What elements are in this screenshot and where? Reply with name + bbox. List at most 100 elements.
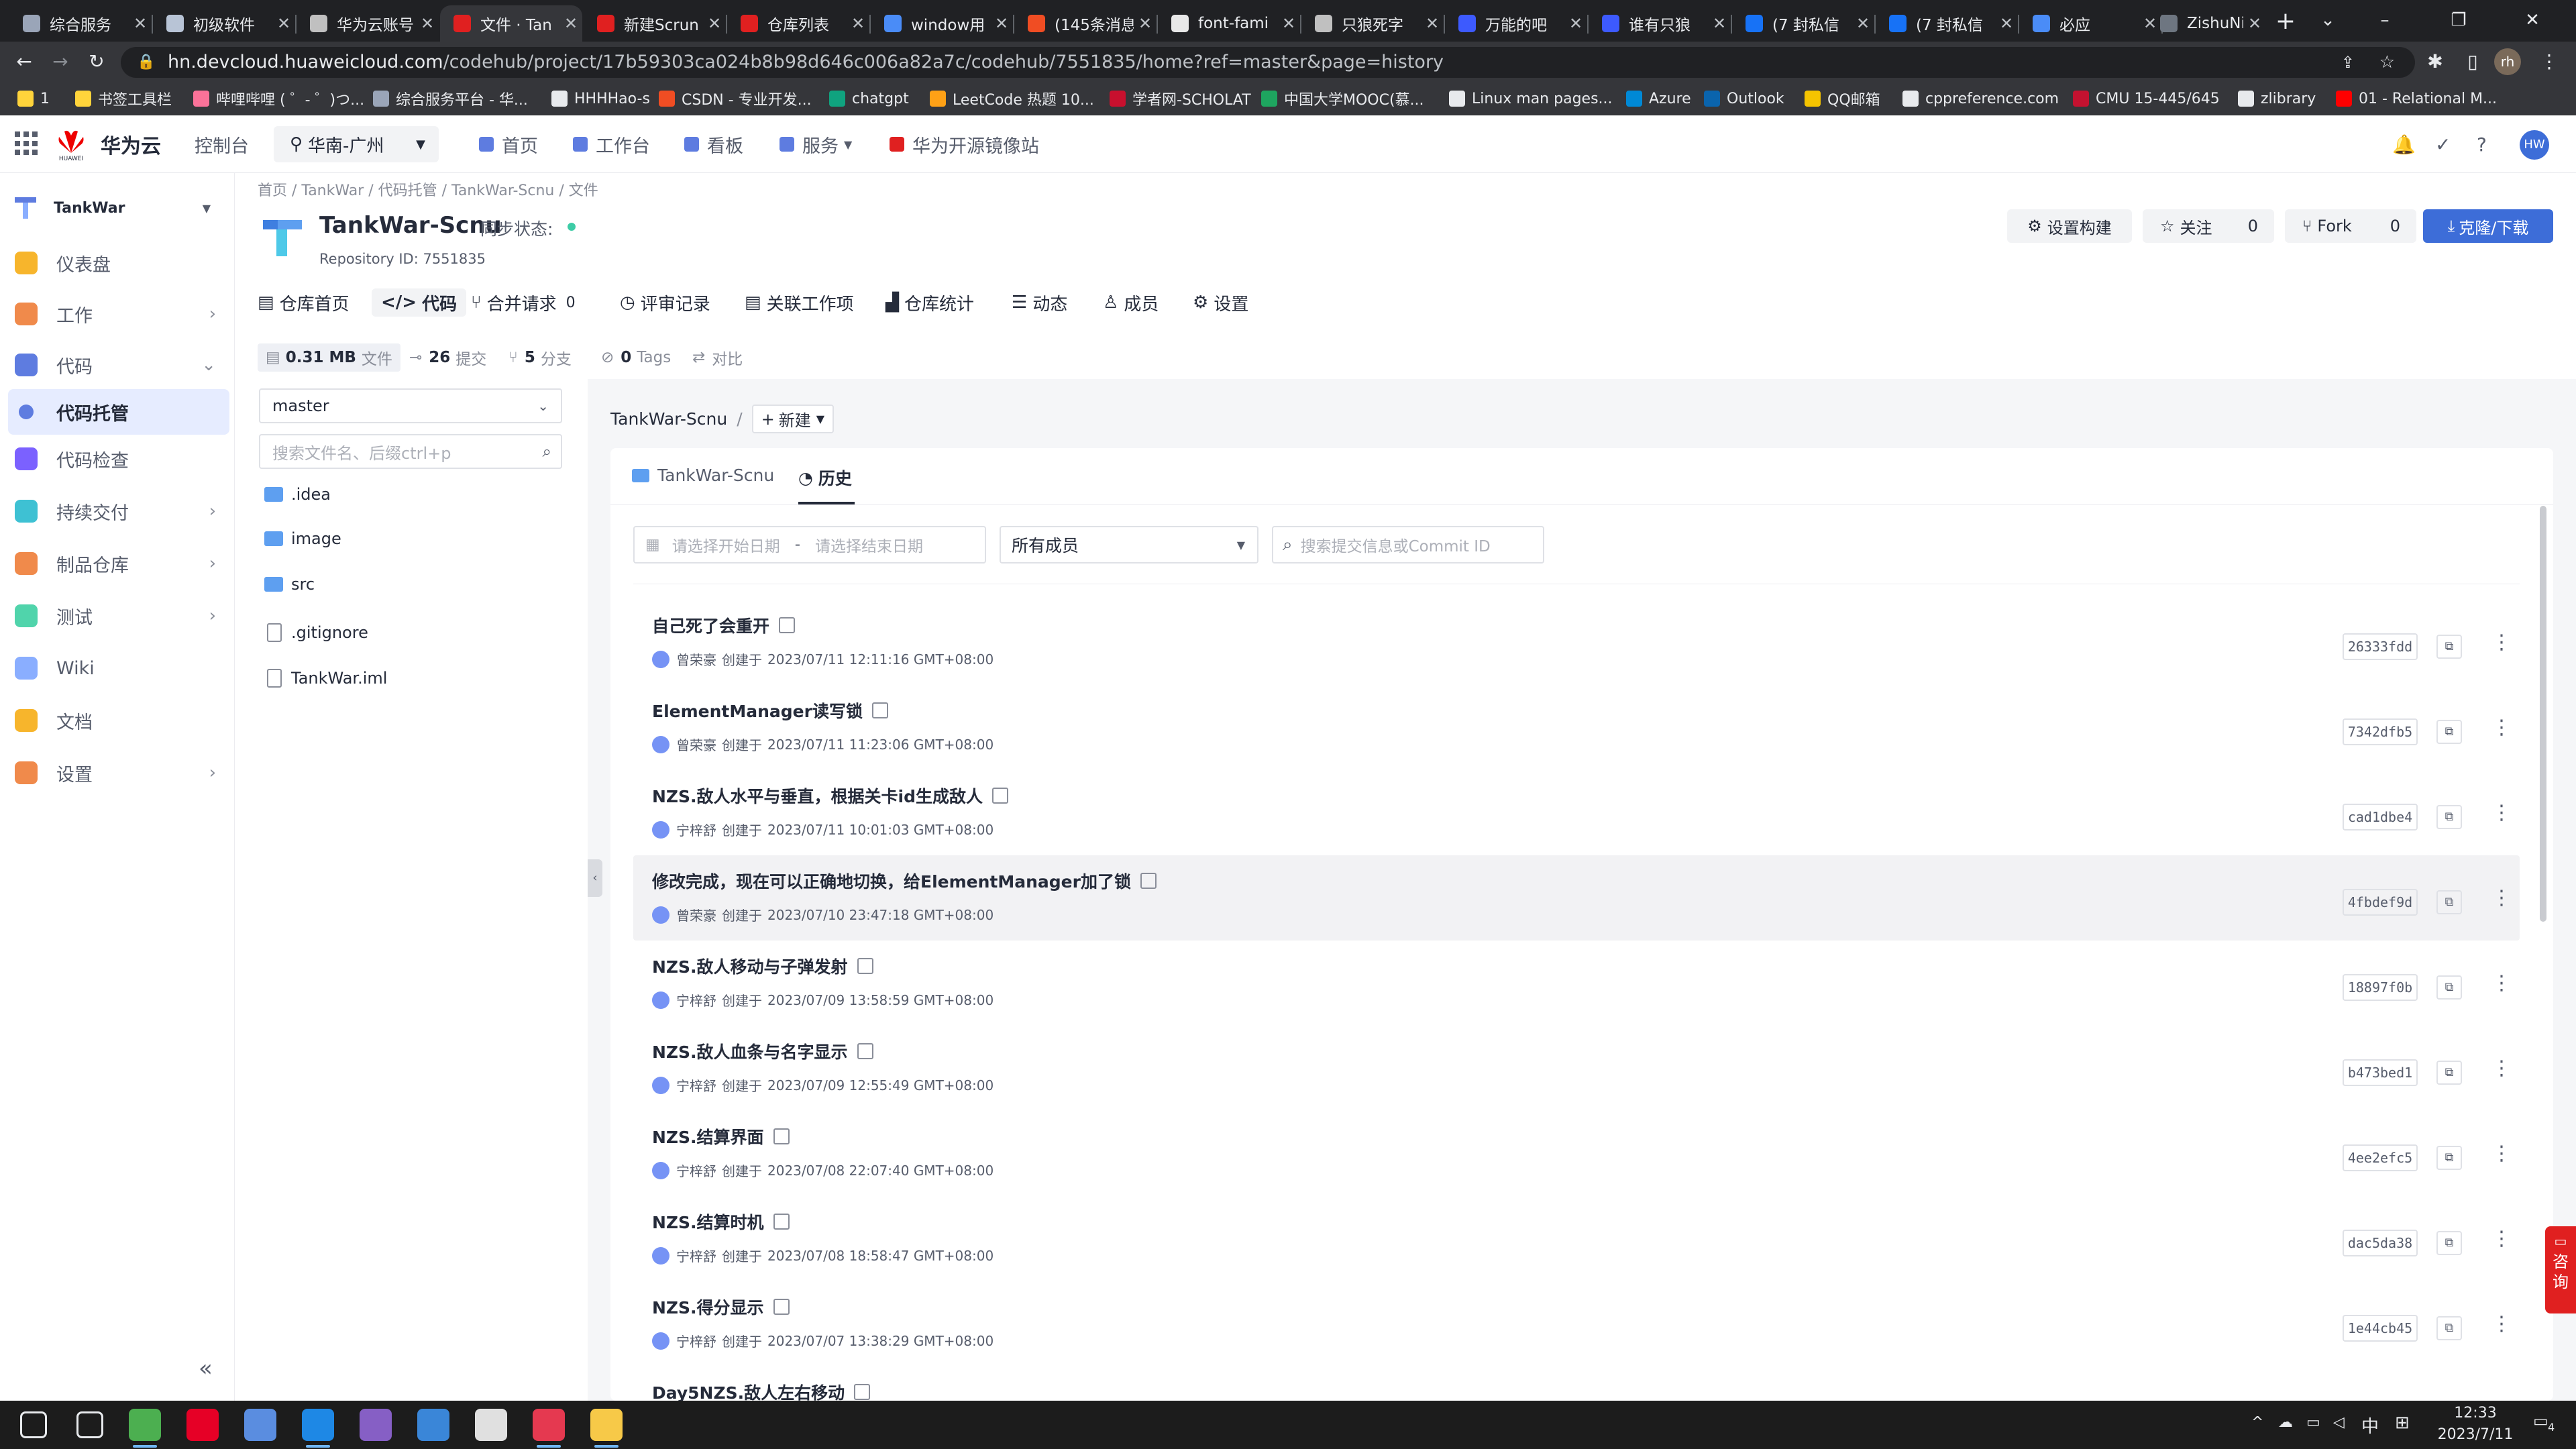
commit-row[interactable]: 修改完成，现在可以正确地切换，给ElementManager加了锁 曾荣豪 创建于 2… bbox=[633, 855, 2520, 941]
sidebar-item[interactable]: 代码 ⌄ bbox=[8, 342, 229, 388]
commit-row[interactable]: 自己死了会重开 曾荣豪 创建于 2023/07/11 12:11:16 GMT+08:… bbox=[633, 600, 2520, 685]
more-options-icon[interactable]: ⋮ bbox=[2491, 885, 2512, 912]
cloud-icon[interactable]: ☁ bbox=[2278, 1414, 2293, 1431]
bookmark-item[interactable]: Azure bbox=[1626, 89, 1691, 109]
commit-hash[interactable]: 18897f0b bbox=[2343, 974, 2418, 1001]
vscode-icon[interactable] bbox=[302, 1409, 334, 1441]
commit-row[interactable]: Day5NZS.敌人左右移动 bbox=[633, 1366, 2520, 1401]
commit-hash[interactable]: cad1dbe4 bbox=[2343, 804, 2418, 830]
tab-activity[interactable]: ☰ 动态 bbox=[1012, 288, 1067, 317]
search-icon[interactable] bbox=[76, 1411, 103, 1438]
commit-row[interactable]: NZS.结算时机 宁梓舒 创建于 2023/07/08 18:58:47 GMT+08… bbox=[633, 1196, 2520, 1281]
bookmark-item[interactable]: LeetCode 热题 10... bbox=[930, 89, 1094, 109]
nav-mirror[interactable]: 华为开源镜像站 bbox=[890, 115, 1039, 173]
sidebar-item[interactable]: 持续交付 › bbox=[8, 488, 229, 534]
repo-commits[interactable]: ⊸ 26 提交 bbox=[409, 343, 486, 372]
commit-detail-icon[interactable] bbox=[992, 788, 1009, 804]
more-options-icon[interactable]: ⋮ bbox=[2491, 1311, 2512, 1338]
bookmark-item[interactable]: cppreference.com bbox=[1902, 89, 2059, 109]
close-tab-icon[interactable]: ✕ bbox=[1564, 14, 1587, 33]
nav-home[interactable]: 首页 bbox=[479, 115, 538, 173]
copy-icon[interactable]: ⧉ bbox=[2436, 1061, 2462, 1085]
commit-hash[interactable]: 1e44cb45 bbox=[2343, 1315, 2418, 1342]
bookmark-item[interactable]: 学者网-SCHOLAT bbox=[1110, 89, 1251, 109]
member-select[interactable]: 所有成员 ▼ bbox=[1000, 526, 1258, 564]
tab-repo-stats[interactable]: ▟ 仓库统计 bbox=[885, 288, 974, 317]
bookmark-item[interactable]: 中国大学MOOC(慕... bbox=[1261, 89, 1424, 109]
close-tab-icon[interactable]: ✕ bbox=[1995, 14, 2018, 33]
browser-tab[interactable]: (7 封私信 ✕ bbox=[1732, 5, 1874, 42]
browser-tab[interactable]: (145条消息 ✕ bbox=[1014, 5, 1157, 42]
share-icon[interactable]: ⇪ bbox=[2341, 47, 2355, 78]
bookmark-star-icon[interactable]: ☆ bbox=[2379, 47, 2395, 78]
close-tab-icon[interactable]: ✕ bbox=[1851, 14, 1874, 33]
check-circle-icon[interactable]: ✓ bbox=[2435, 115, 2451, 173]
file-tree-item[interactable]: image bbox=[264, 525, 341, 552]
sidebar-item[interactable]: 测试 › bbox=[8, 593, 229, 639]
browser-tab[interactable]: 华为云账号 ✕ bbox=[297, 5, 439, 42]
sidepanel-icon[interactable]: ▯ bbox=[2459, 48, 2486, 75]
commit-detail-icon[interactable] bbox=[779, 617, 796, 633]
bookmark-item[interactable]: CSDN - 专业开发... bbox=[659, 89, 812, 109]
more-options-icon[interactable]: ⋮ bbox=[2491, 1055, 2512, 1082]
commit-detail-icon[interactable] bbox=[773, 1214, 790, 1230]
restore-button[interactable]: ❐ bbox=[2422, 3, 2496, 38]
commit-title[interactable]: 自己死了会重开 bbox=[652, 613, 796, 637]
copy-icon[interactable]: ⧉ bbox=[2436, 975, 2462, 1000]
user-avatar[interactable]: HW bbox=[2520, 130, 2549, 160]
bookmark-item[interactable]: Linux man pages... bbox=[1449, 89, 1613, 109]
fork-button[interactable]: ⑂ Fork 0 bbox=[2285, 209, 2416, 243]
commit-hash[interactable]: 7342dfb5 bbox=[2343, 718, 2418, 745]
consult-button[interactable]: ▭ 咨询 bbox=[2545, 1226, 2576, 1313]
commit-detail-icon[interactable] bbox=[857, 958, 873, 974]
bookmark-item[interactable]: Outlook bbox=[1704, 89, 1784, 109]
browser-tab[interactable]: ZishuNin✕ bbox=[2147, 5, 2266, 42]
file-tree-item[interactable]: .gitignore bbox=[264, 619, 368, 646]
tab-repo-home[interactable]: ▤ 仓库首页 bbox=[258, 288, 350, 317]
reload-icon[interactable]: ↻ bbox=[83, 48, 110, 75]
commit-row[interactable]: NZS.敌人移动与子弹发射 宁梓舒 创建于 2023/07/09 13:58:59 G… bbox=[633, 941, 2520, 1026]
tab-merge-requests[interactable]: ⑂ 合并请求 0 bbox=[471, 288, 576, 317]
clock-time[interactable]: 12:33 bbox=[2435, 1405, 2516, 1421]
browser-tab[interactable]: window用 ✕ bbox=[871, 5, 1013, 42]
commit-hash[interactable]: b473bed1 bbox=[2343, 1059, 2418, 1086]
sidebar-item[interactable]: 文档 bbox=[8, 698, 229, 743]
bookmark-item[interactable]: 书签工具栏 bbox=[75, 89, 172, 109]
browser-tab[interactable]: 新建Scrun ✕ bbox=[584, 5, 726, 42]
chrome-icon[interactable] bbox=[129, 1409, 161, 1441]
close-tab-icon[interactable]: ✕ bbox=[272, 14, 295, 33]
commit-detail-icon[interactable] bbox=[857, 1043, 873, 1059]
close-tab-icon[interactable]: ✕ bbox=[703, 14, 726, 33]
clock-date[interactable]: 2023/7/11 bbox=[2435, 1426, 2516, 1443]
more-options-icon[interactable]: ⋮ bbox=[2491, 800, 2512, 826]
commit-title[interactable]: NZS.敌人移动与子弹发射 bbox=[652, 954, 873, 978]
file-search-input[interactable]: 搜索文件名、后缀ctrl+p ⌕ bbox=[259, 434, 562, 469]
more-options-icon[interactable]: ⋮ bbox=[2491, 714, 2512, 741]
store-icon[interactable] bbox=[417, 1409, 449, 1441]
browser-tab[interactable]: 万能的吧 ✕ bbox=[1445, 5, 1587, 42]
bell-icon[interactable]: 🔔 bbox=[2392, 115, 2416, 173]
repo-compare[interactable]: ⇄ 对比 bbox=[692, 343, 743, 372]
close-window-button[interactable]: ✕ bbox=[2496, 3, 2569, 38]
region-select[interactable]: ⚲ 华南-广州 ▼ bbox=[274, 126, 439, 162]
nav-services[interactable]: 服务 ▼ bbox=[780, 115, 852, 173]
commit-title[interactable]: 修改完成，现在可以正确地切换，给ElementManager加了锁 bbox=[652, 869, 1157, 893]
setup-build-button[interactable]: ⚙ 设置构建 bbox=[2007, 209, 2132, 243]
collapse-tree-handle[interactable]: ‹ bbox=[588, 859, 602, 897]
ime-indicator[interactable]: 中 bbox=[2361, 1413, 2379, 1438]
start-icon[interactable] bbox=[20, 1411, 47, 1438]
date-range-picker[interactable]: ▦ 请选择开始日期 - 请选择结束日期 bbox=[633, 526, 986, 564]
sidebar-item[interactable]: 代码托管 bbox=[8, 389, 229, 435]
huawei-logo[interactable]: HUAWEI bbox=[55, 127, 87, 162]
close-tab-icon[interactable]: ✕ bbox=[1421, 14, 1444, 33]
copy-icon[interactable]: ⧉ bbox=[2436, 720, 2462, 744]
card-scrollbar[interactable] bbox=[2540, 506, 2546, 922]
browser-tab[interactable]: 仓库列表 ✕ bbox=[727, 5, 869, 42]
feather-icon[interactable] bbox=[244, 1409, 276, 1441]
repo-tags[interactable]: ⊘ 0 Tags bbox=[601, 343, 671, 372]
commit-row[interactable]: ElementManager读写锁 曾荣豪 创建于 2023/07/11 11:23:… bbox=[633, 685, 2520, 770]
bookmark-item[interactable]: 哔哩哔哩 ( ゜- ゜)つ... bbox=[193, 89, 364, 109]
apps-grid-icon[interactable] bbox=[15, 131, 39, 156]
file-tree-item[interactable]: src bbox=[264, 571, 315, 598]
intellij-icon[interactable] bbox=[533, 1409, 565, 1441]
